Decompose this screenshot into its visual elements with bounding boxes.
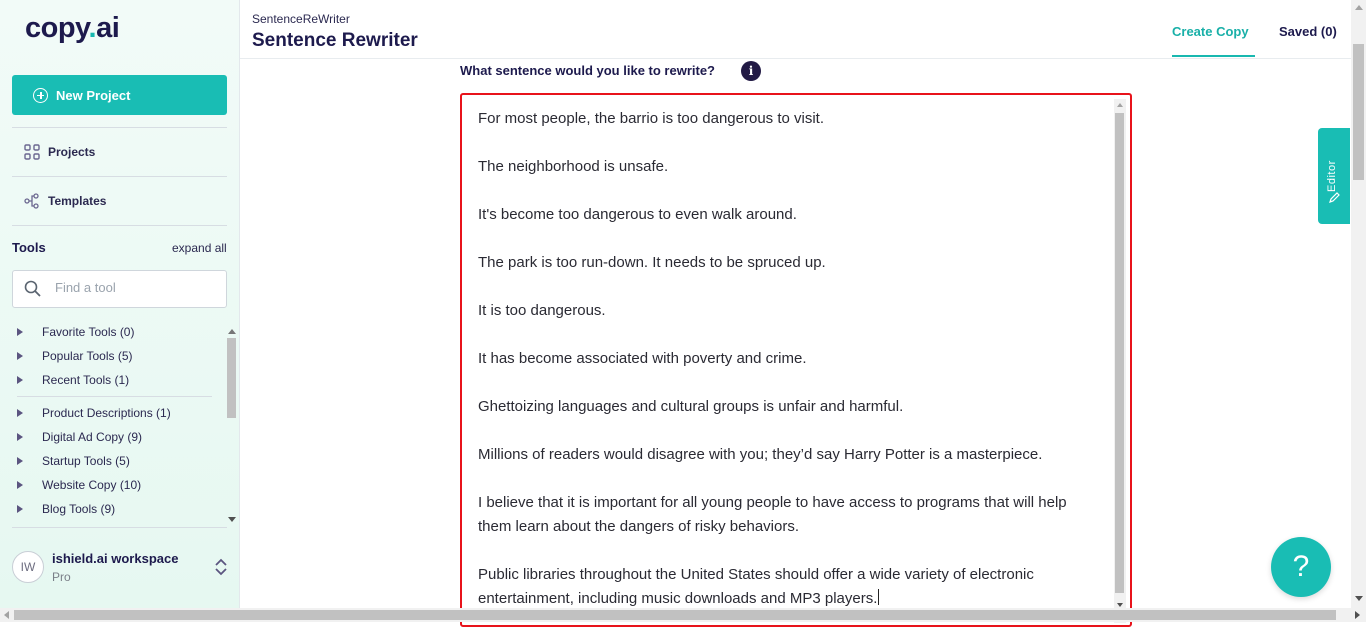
workspace-plan: Pro xyxy=(52,570,71,584)
tab-create-copy[interactable]: Create Copy xyxy=(1172,24,1249,39)
sidebar-item-templates[interactable]: Templates xyxy=(24,193,106,209)
sentence-line: I believe that it is important for all y… xyxy=(478,494,1067,535)
tool-group-startup-tools[interactable]: Startup Tools (5) xyxy=(17,454,130,468)
new-project-button[interactable]: New Project xyxy=(12,75,227,115)
caret-right-icon xyxy=(17,409,23,417)
scroll-down-arrow-icon[interactable] xyxy=(228,517,236,522)
caret-right-icon xyxy=(17,328,23,336)
caret-right-icon xyxy=(17,433,23,441)
help-button[interactable]: ? xyxy=(1271,537,1331,597)
share-nodes-icon xyxy=(24,193,39,209)
info-icon[interactable]: i xyxy=(741,61,761,81)
tool-group-label: Product Descriptions (1) xyxy=(42,406,171,420)
textarea-scrollbar[interactable] xyxy=(1114,99,1126,623)
text-caret xyxy=(878,589,880,605)
caret-right-icon xyxy=(17,352,23,360)
tool-group-recent[interactable]: Recent Tools (1) xyxy=(17,373,129,387)
divider xyxy=(17,396,212,397)
sentence-textarea[interactable]: For most people, the barrio is too dange… xyxy=(460,93,1132,627)
pencil-icon xyxy=(1329,192,1340,203)
caret-right-icon xyxy=(17,505,23,513)
scroll-up-arrow-icon[interactable] xyxy=(228,329,236,334)
sidebar-item-label: Templates xyxy=(48,194,107,208)
workspace-avatar[interactable]: IW xyxy=(12,551,44,583)
scroll-down-arrow-icon[interactable] xyxy=(1355,596,1363,601)
editor-side-tab[interactable]: Editor xyxy=(1318,128,1350,224)
scrollbar-thumb[interactable] xyxy=(1115,113,1124,593)
sentence-line-last: Public libraries throughout the United S… xyxy=(478,563,1098,611)
scrollbar-thumb[interactable] xyxy=(1353,44,1364,180)
expand-all-link[interactable]: expand all xyxy=(172,241,227,255)
sentence-line: Ghettoizing languages and cultural group… xyxy=(478,398,904,415)
sentence-line: The neighborhood is unsafe. xyxy=(478,158,669,175)
tool-group-label: Popular Tools (5) xyxy=(42,349,133,363)
tool-group-label: Startup Tools (5) xyxy=(42,454,130,468)
scroll-up-arrow-icon[interactable] xyxy=(1117,103,1123,107)
sidebar: copy.ai New Project Projects Templates T… xyxy=(0,0,240,608)
divider xyxy=(12,527,227,528)
tool-group-list: Favorite Tools (0) Popular Tools (5) Rec… xyxy=(0,320,226,525)
search-icon xyxy=(24,280,41,297)
textarea-content: For most people, the barrio is too dange… xyxy=(478,107,1098,625)
scroll-left-arrow-icon[interactable] xyxy=(4,611,9,619)
sentence-line: It has become associated with poverty an… xyxy=(478,350,807,367)
tool-search[interactable] xyxy=(12,270,227,308)
tool-group-label: Recent Tools (1) xyxy=(42,373,130,387)
divider xyxy=(12,176,227,177)
caret-right-icon xyxy=(17,457,23,465)
caret-right-icon xyxy=(17,376,23,384)
input-question-label: What sentence would you like to rewrite? xyxy=(460,63,715,78)
sidebar-item-projects[interactable]: Projects xyxy=(24,144,95,160)
tools-heading: Tools xyxy=(12,240,46,255)
search-input[interactable] xyxy=(53,279,217,296)
new-project-label: New Project xyxy=(56,87,131,103)
tool-group-label: Digital Ad Copy (9) xyxy=(42,430,143,444)
sentence-line: Millions of readers would disagree with … xyxy=(478,446,1043,463)
plus-circle-icon xyxy=(33,87,48,103)
tool-group-website-copy[interactable]: Website Copy (10) xyxy=(17,478,141,492)
tool-group-label: Website Copy (10) xyxy=(42,478,142,492)
divider xyxy=(12,127,227,128)
divider xyxy=(12,225,227,226)
scrollbar-thumb[interactable] xyxy=(14,610,1336,620)
scroll-right-arrow-icon[interactable] xyxy=(1355,611,1360,619)
sentence-line: It's become too dangerous to even walk a… xyxy=(478,206,797,223)
active-tab-indicator xyxy=(1172,55,1255,57)
tool-group-label: Blog Tools (9) xyxy=(42,502,116,516)
sentence-text: Public libraries throughout the United S… xyxy=(478,566,1034,607)
scroll-down-arrow-icon[interactable] xyxy=(1117,603,1123,607)
editor-tab-label: Editor xyxy=(1326,160,1338,192)
sentence-line: The park is too run-down. It needs to be… xyxy=(478,254,826,271)
tool-group-favorite[interactable]: Favorite Tools (0) xyxy=(17,325,134,339)
tool-group-product-descriptions[interactable]: Product Descriptions (1) xyxy=(17,406,171,420)
page-title: Sentence Rewriter xyxy=(252,30,418,51)
sidebar-item-label: Projects xyxy=(48,145,96,159)
scrollbar-thumb[interactable] xyxy=(227,338,236,418)
page-vertical-scrollbar[interactable] xyxy=(1351,0,1366,608)
tool-list-scrollbar[interactable] xyxy=(226,326,237,524)
scroll-up-arrow-icon[interactable] xyxy=(1355,5,1363,10)
sentence-line: For most people, the barrio is too dange… xyxy=(478,110,825,127)
chevron-up-down-icon[interactable] xyxy=(214,557,228,577)
tool-group-digital-ad-copy[interactable]: Digital Ad Copy (9) xyxy=(17,430,142,444)
copyai-logo[interactable]: copy.ai xyxy=(25,12,120,45)
workspace-name[interactable]: ishield.ai workspace xyxy=(52,551,178,566)
grid-icon xyxy=(24,144,40,160)
tool-group-popular[interactable]: Popular Tools (5) xyxy=(17,349,133,363)
tool-group-blog-tools[interactable]: Blog Tools (9) xyxy=(17,502,115,516)
tool-group-label: Favorite Tools (0) xyxy=(42,325,135,339)
breadcrumb: SentenceReWriter xyxy=(252,12,350,26)
sentence-line: It is too dangerous. xyxy=(478,302,606,319)
caret-right-icon xyxy=(17,481,23,489)
header-divider xyxy=(240,58,1351,59)
tab-saved[interactable]: Saved (0) xyxy=(1279,24,1337,39)
page-horizontal-scrollbar[interactable] xyxy=(0,608,1366,622)
